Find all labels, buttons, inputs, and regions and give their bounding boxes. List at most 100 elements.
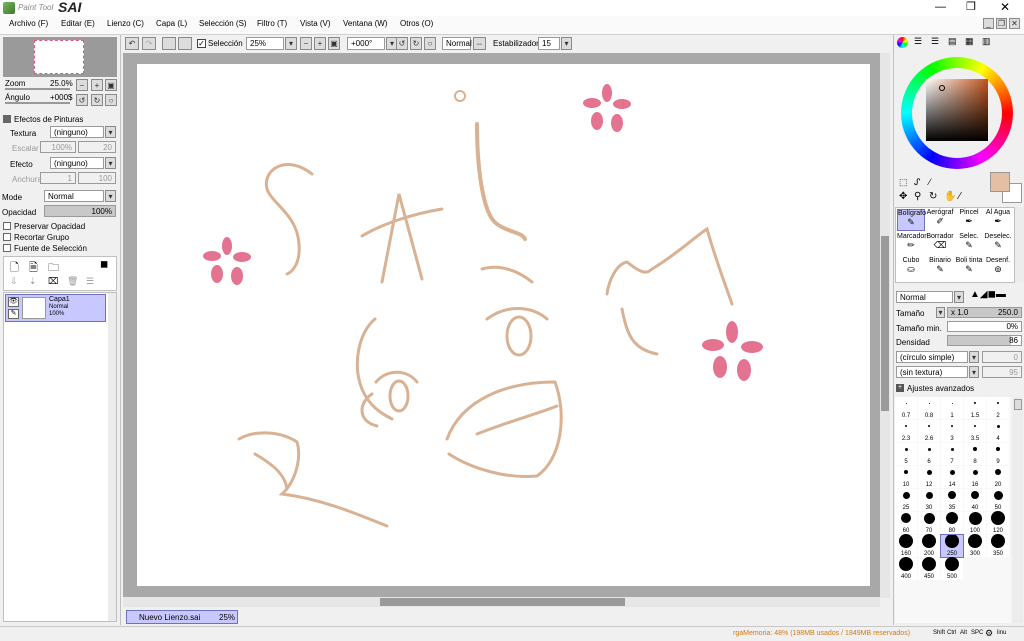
size-grid-scroll-up[interactable] — [1014, 399, 1022, 410]
undo-button[interactable]: ↶ — [125, 37, 139, 50]
invert-selection-button[interactable] — [178, 37, 192, 50]
brush-size-3-5[interactable]: 3.5 — [964, 420, 986, 442]
brush-size-1-5[interactable]: 1.5 — [964, 397, 986, 419]
brush-size-12[interactable]: 12 — [918, 466, 940, 488]
size-multiplier-button[interactable]: ▾ — [936, 307, 945, 318]
angle-slider[interactable] — [5, 102, 70, 104]
menu-editar[interactable]: Editar (E) — [61, 19, 95, 28]
brush-size-5[interactable]: 5 — [895, 443, 917, 465]
min-size-slider[interactable]: 0% — [947, 321, 1022, 332]
brush-texture-amount[interactable]: 95 — [982, 366, 1022, 378]
swatch-tab-icon[interactable]: ▤ — [948, 36, 957, 47]
tool-aerografo[interactable]: Aerógraf ✐ — [926, 209, 954, 231]
collapse-icon[interactable] — [3, 115, 11, 123]
advanced-settings-label[interactable]: Ajustes avanzados — [907, 384, 974, 393]
clear-layer-icon[interactable]: ⌧ — [48, 276, 58, 287]
hsv-slider-tab-icon[interactable]: ☰ — [931, 36, 939, 47]
brush-size-3[interactable]: 3 — [941, 420, 963, 442]
menu-lienzo[interactable]: Lienzo (C) — [107, 19, 144, 28]
rgb-slider-tab-icon[interactable]: ☰ — [914, 36, 922, 47]
width-field[interactable]: 1 — [40, 172, 76, 184]
stabilizer-select[interactable]: 15 — [538, 37, 560, 50]
tool-marcador[interactable]: Marcador ✏ — [897, 233, 927, 255]
eye-icon[interactable]: 👁 — [8, 297, 19, 307]
brush-texture-dropdown-button[interactable]: ▾ — [969, 366, 979, 378]
tool-desenf[interactable]: Desenf. ⊚ — [984, 257, 1012, 279]
zoom-dropdown-button[interactable]: ▾ — [285, 37, 297, 50]
vertical-scrollbar[interactable] — [880, 53, 890, 598]
transfer-down-icon[interactable]: ⇩ — [10, 276, 18, 287]
size-slider[interactable]: x 1.0 250.0 — [947, 307, 1022, 318]
brush-lock-icon[interactable]: ✎ — [8, 309, 19, 319]
scratchpad-tab-icon[interactable]: ▦ — [965, 36, 974, 47]
color-wheel-tab-icon[interactable] — [897, 37, 908, 48]
brush-size-10[interactable]: 10 — [895, 466, 917, 488]
close-icon[interactable]: ✕ — [1000, 0, 1010, 14]
brush-size-50[interactable]: 50 — [987, 489, 1009, 511]
zoom-select[interactable]: 25% — [246, 37, 284, 50]
zoom-slider[interactable] — [5, 88, 70, 90]
lasso-icon[interactable]: ᔑ — [914, 177, 920, 188]
brush-size-9[interactable]: 9 — [987, 443, 1009, 465]
horizontal-scroll-thumb[interactable] — [380, 598, 625, 606]
vertical-scroll-thumb[interactable] — [881, 236, 889, 411]
menu-ventana[interactable]: Ventana (W) — [343, 19, 387, 28]
brush-size-500[interactable]: 500 — [941, 557, 963, 580]
mode-dropdown-button[interactable]: ▾ — [105, 190, 116, 202]
brush-size-2[interactable]: 2 — [987, 397, 1009, 419]
view-mode-select[interactable]: Normal — [442, 37, 472, 50]
brush-size-400[interactable]: 400 — [895, 557, 917, 580]
brush-size-120[interactable]: 120 — [987, 511, 1009, 534]
magic-wand-icon[interactable]: ⁄ — [929, 177, 931, 187]
brush-size-100[interactable]: 100 — [964, 511, 986, 534]
brush-size-1[interactable]: 1 — [941, 397, 963, 419]
layer-row[interactable]: 👁 ✎ Capa1 Normal 100% — [5, 294, 106, 322]
preserve-opacity-checkbox[interactable] — [3, 222, 11, 230]
canvas[interactable] — [137, 64, 870, 586]
brush-size-0-7[interactable]: 0.7 — [895, 397, 917, 419]
toolbar-zoom-reset-button[interactable]: ▣ — [328, 37, 340, 50]
layer-scrollbar[interactable] — [108, 293, 116, 621]
horizontal-scrollbar[interactable] — [123, 597, 880, 607]
flip-button[interactable]: ⇔ — [473, 37, 486, 50]
texture-select[interactable]: (ninguno) — [50, 126, 104, 138]
brush-edge-icons[interactable]: ▲◢◼▬ — [970, 289, 1006, 300]
brush-size-14[interactable]: 14 — [941, 466, 963, 488]
minimize-icon[interactable]: — — [935, 1, 946, 13]
tool-boli-tinta[interactable]: Boli tinta ✎ — [955, 257, 983, 279]
effect-dropdown-button[interactable]: ▾ — [105, 157, 116, 169]
merge-down-icon[interactable]: ⇣ — [29, 276, 37, 287]
scale-num-field[interactable]: 20 — [78, 141, 116, 153]
toolbar-zoom-in-button[interactable]: + — [314, 37, 326, 50]
selection-source-checkbox[interactable] — [3, 244, 11, 252]
menu-seleccion[interactable]: Selección (S) — [199, 19, 247, 28]
main-color-swatch[interactable] — [990, 172, 1010, 192]
expand-icon[interactable]: + — [896, 384, 904, 392]
brush-size-0-8[interactable]: 0.8 — [918, 397, 940, 419]
brush-size-16[interactable]: 16 — [964, 466, 986, 488]
tool-grid-scrollbar[interactable] — [1015, 207, 1024, 283]
menu-archivo[interactable]: Archivo (F) — [9, 19, 48, 28]
stabilizer-dropdown-button[interactable]: ▾ — [561, 37, 572, 50]
brush-size-25[interactable]: 25 — [895, 489, 917, 511]
mdi-restore-button[interactable]: ❐ — [996, 18, 1007, 29]
layer-mask-icon[interactable]: ◼ — [100, 259, 108, 270]
brush-size-20[interactable]: 20 — [987, 466, 1009, 488]
brush-size-6[interactable]: 6 — [918, 443, 940, 465]
tool-cubo[interactable]: Cubo ⛀ — [897, 257, 925, 279]
rotate-right-button[interactable]: ↻ — [91, 94, 103, 106]
mode-select[interactable]: Normal — [44, 190, 104, 202]
toolbar-rotate-right-button[interactable]: ↻ — [410, 37, 422, 50]
brush-size-35[interactable]: 35 — [941, 489, 963, 511]
select-rect-icon[interactable]: ⬚ — [899, 177, 908, 188]
brush-shape-amount[interactable]: 0 — [982, 351, 1022, 363]
document-tab[interactable]: Nuevo Lienzo.sai 25% — [126, 610, 238, 624]
tool-borrador[interactable]: Borrador ⌫ — [926, 233, 954, 255]
brush-size-300[interactable]: 300 — [964, 534, 986, 557]
mdi-close-button[interactable]: ✕ — [1009, 18, 1020, 29]
artwork[interactable] — [137, 64, 870, 586]
zoom-reset-button[interactable]: ▣ — [105, 79, 117, 91]
brush-shape-select[interactable]: (círculo simple) — [896, 351, 968, 363]
redo-button[interactable]: ↷ — [142, 37, 156, 50]
delete-layer-icon[interactable]: 🗑 — [67, 276, 78, 287]
